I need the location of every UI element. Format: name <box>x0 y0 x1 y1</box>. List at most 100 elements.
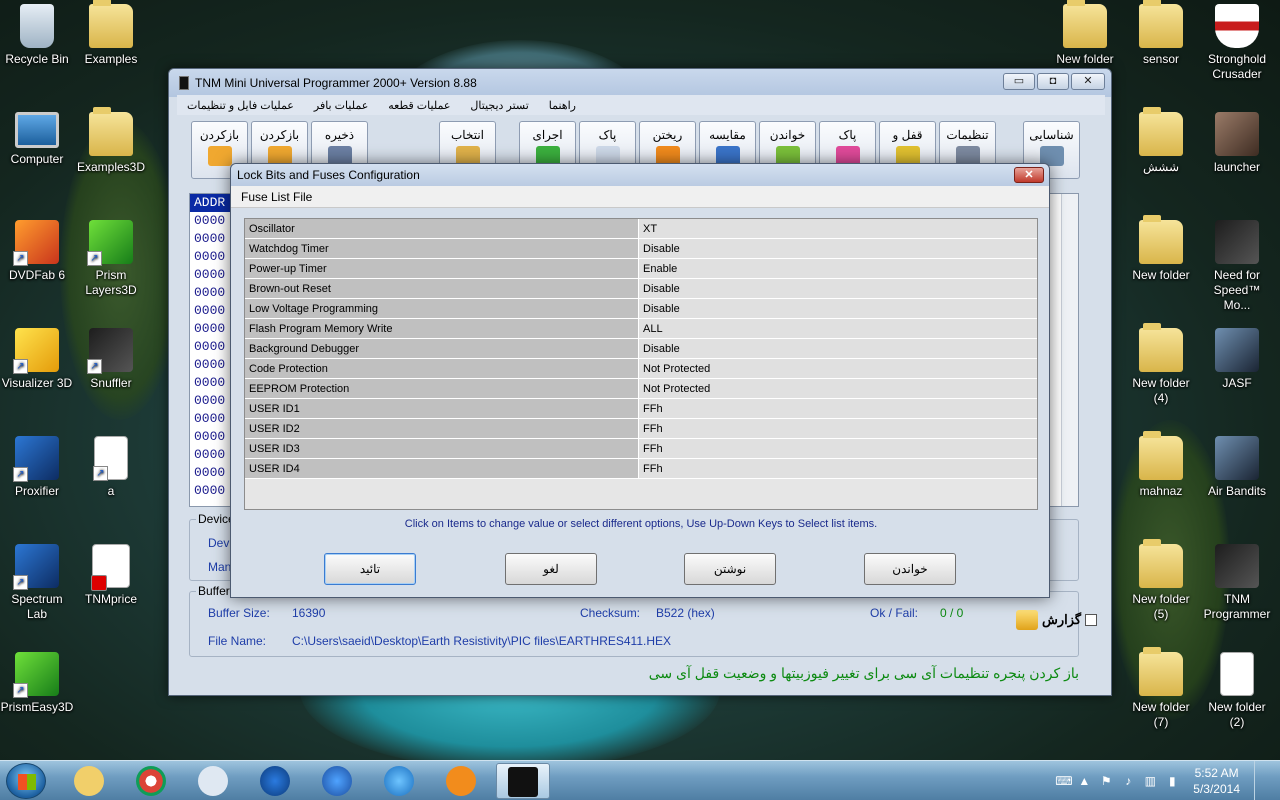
fuse-row[interactable]: EEPROM Protection Not Protected <box>245 379 1037 399</box>
desktop-icon[interactable]: Need for Speed™ Mo... <box>1200 220 1274 313</box>
folder-icon <box>1139 0 1183 48</box>
desktop-icon[interactable]: Air Bandits <box>1200 436 1274 499</box>
taskbar-google-earth-button[interactable] <box>310 763 364 799</box>
fuse-value[interactable]: FFh <box>639 439 1037 458</box>
close-button[interactable]: ✕ <box>1071 73 1105 90</box>
hex-scrollbar[interactable] <box>1061 194 1078 506</box>
show-hidden-icons-icon[interactable]: ▲ <box>1077 774 1091 788</box>
desktop-icon[interactable]: New folder <box>1048 0 1122 67</box>
fuse-row[interactable]: Oscillator XT <box>245 219 1037 239</box>
desktop-icon[interactable]: sensor <box>1124 0 1198 67</box>
fuse-row[interactable]: Flash Program Memory Write ALL <box>245 319 1037 339</box>
fuse-name: Background Debugger <box>245 339 639 358</box>
fuse-row[interactable]: Power-up Timer Enable <box>245 259 1037 279</box>
desktop-icon[interactable]: Examples <box>74 0 148 67</box>
dialog-close-button[interactable]: ✕ <box>1014 167 1044 183</box>
read-button[interactable]: خواندن <box>864 553 956 585</box>
fuse-value[interactable]: Not Protected <box>639 359 1037 378</box>
desktop-icon[interactable]: TNM Programmer <box>1200 544 1274 622</box>
main-title-bar[interactable]: TNM Mini Universal Programmer 2000+ Vers… <box>169 69 1111 97</box>
desktop-icon[interactable]: JASF <box>1200 328 1274 391</box>
desktop-icon[interactable]: Examples3D <box>74 107 148 175</box>
minimize-button[interactable]: ▭ <box>1003 73 1035 90</box>
desktop-icon[interactable]: New folder (4) <box>1124 323 1198 406</box>
plane-icon <box>1215 436 1259 480</box>
desktop-icon[interactable]: Stronghold Crusader <box>1200 4 1274 82</box>
fuse-row[interactable]: Low Voltage Programming Disable <box>245 299 1037 319</box>
show-desktop-button[interactable] <box>1254 761 1266 800</box>
fuse-row[interactable]: Background Debugger Disable <box>245 339 1037 359</box>
fuse-value[interactable]: ALL <box>639 319 1037 338</box>
fuse-list[interactable]: Oscillator XT Watchdog Timer Disable Power-u… <box>244 218 1038 510</box>
desktop-icon[interactable]: Snuffler <box>74 328 148 391</box>
desktop-icon[interactable]: a <box>74 436 148 499</box>
fuse-row[interactable]: USER ID1 FFh <box>245 399 1037 419</box>
cancel-button[interactable]: لغو <box>505 553 597 585</box>
dialog-title[interactable]: Lock Bits and Fuses Configuration <box>231 164 1049 186</box>
desktop-icon[interactable]: Recycle Bin <box>0 4 74 67</box>
taskbar-link-button[interactable] <box>434 763 488 799</box>
desktop-icon[interactable]: Computer <box>0 112 74 167</box>
desktop-icon[interactable]: Spectrum Lab <box>0 544 74 622</box>
action-center-icon[interactable]: ⚑ <box>1099 774 1113 788</box>
taskbar-explorer-button[interactable] <box>62 763 116 799</box>
volume-icon[interactable]: ♪ <box>1121 774 1135 788</box>
fuse-value[interactable]: Disable <box>639 239 1037 258</box>
report-checkbox[interactable] <box>1085 614 1098 626</box>
keyboard-icon[interactable]: ⌨ <box>1055 774 1072 788</box>
taskbar-computer-button[interactable] <box>186 763 240 799</box>
toolbar-button-label: ذخیره <box>324 128 355 142</box>
maximize-button[interactable]: ◘ <box>1037 73 1069 90</box>
taskbar-internet-explorer-button[interactable] <box>248 763 302 799</box>
fuse-value[interactable]: Disable <box>639 299 1037 318</box>
fuse-row[interactable]: USER ID2 FFh <box>245 419 1037 439</box>
folder-icon <box>1139 647 1183 696</box>
fuse-value[interactable]: Disable <box>639 279 1037 298</box>
fuse-value[interactable]: FFh <box>639 399 1037 418</box>
desktop-icon[interactable]: Proxifier <box>0 436 74 499</box>
menu-fuse-list-file[interactable]: Fuse List File <box>241 190 312 204</box>
fuse-row[interactable]: USER ID3 FFh <box>245 439 1037 459</box>
menu-buffer[interactable]: عملیات بافر <box>304 99 378 112</box>
menu-device[interactable]: عملیات قطعه <box>378 99 460 112</box>
taskbar-tnm-button[interactable] <box>496 763 550 799</box>
fuse-row[interactable]: Code Protection Not Protected <box>245 359 1037 379</box>
fuse-row[interactable]: Watchdog Timer Disable <box>245 239 1037 259</box>
ok-fail-label: Ok / Fail: <box>870 606 919 620</box>
ok-button[interactable]: تائید <box>324 553 416 585</box>
toolbar-button-label: پاک <box>838 128 857 142</box>
fuse-row[interactable]: USER ID4 FFh <box>245 459 1037 479</box>
desktop-icon[interactable]: New folder (5) <box>1124 539 1198 622</box>
fuse-value[interactable]: XT <box>639 219 1037 238</box>
taskbar-app-button[interactable] <box>372 763 426 799</box>
desktop-icon[interactable]: mahnaz <box>1124 431 1198 499</box>
desktop-icon[interactable]: Visualizer 3D <box>0 328 74 391</box>
menu-digital-tester[interactable]: تستر دیجیتال <box>460 99 538 112</box>
start-button[interactable] <box>6 763 46 799</box>
fuse-value[interactable]: FFh <box>639 419 1037 438</box>
menu-help[interactable]: راهنما <box>539 99 586 112</box>
desktop-icon[interactable]: launcher <box>1200 112 1274 175</box>
fuse-row[interactable]: Brown-out Reset Disable <box>245 279 1037 299</box>
desktop-icon[interactable]: Prism Layers3D <box>74 220 148 298</box>
fuse-value[interactable]: Enable <box>639 259 1037 278</box>
desktop-icon[interactable]: New folder (7) <box>1124 647 1198 730</box>
write-button[interactable]: نوشتن <box>684 553 776 585</box>
fuse-value[interactable]: Not Protected <box>639 379 1037 398</box>
clock[interactable]: 5:52 AM 5/3/2014 <box>1193 765 1240 797</box>
power-icon[interactable]: ▮ <box>1165 774 1179 788</box>
desktop-icon[interactable]: New folder (2) <box>1200 652 1274 730</box>
desktop-icon-label: Visualizer 3D <box>1 376 73 390</box>
menu-file-settings[interactable]: عملیات فایل و تنظیمات <box>177 99 304 112</box>
desktop-icon[interactable]: PrismEasy3D <box>0 652 74 715</box>
network-icon[interactable]: ▥ <box>1143 774 1157 788</box>
desktop-icon[interactable]: DVDFab 6 <box>0 220 74 283</box>
desktop-icon[interactable]: ششش <box>1124 107 1198 175</box>
report-toggle[interactable]: گزارش <box>1016 610 1098 630</box>
file-name-value: C:\Users\saeid\Desktop\Earth Resistivity… <box>292 634 672 648</box>
desktop-icon[interactable]: TNMprice <box>74 544 148 607</box>
fuse-value[interactable]: Disable <box>639 339 1037 358</box>
taskbar-chrome-button[interactable] <box>124 763 178 799</box>
desktop-icon[interactable]: New folder <box>1124 215 1198 283</box>
fuse-value[interactable]: FFh <box>639 459 1037 478</box>
